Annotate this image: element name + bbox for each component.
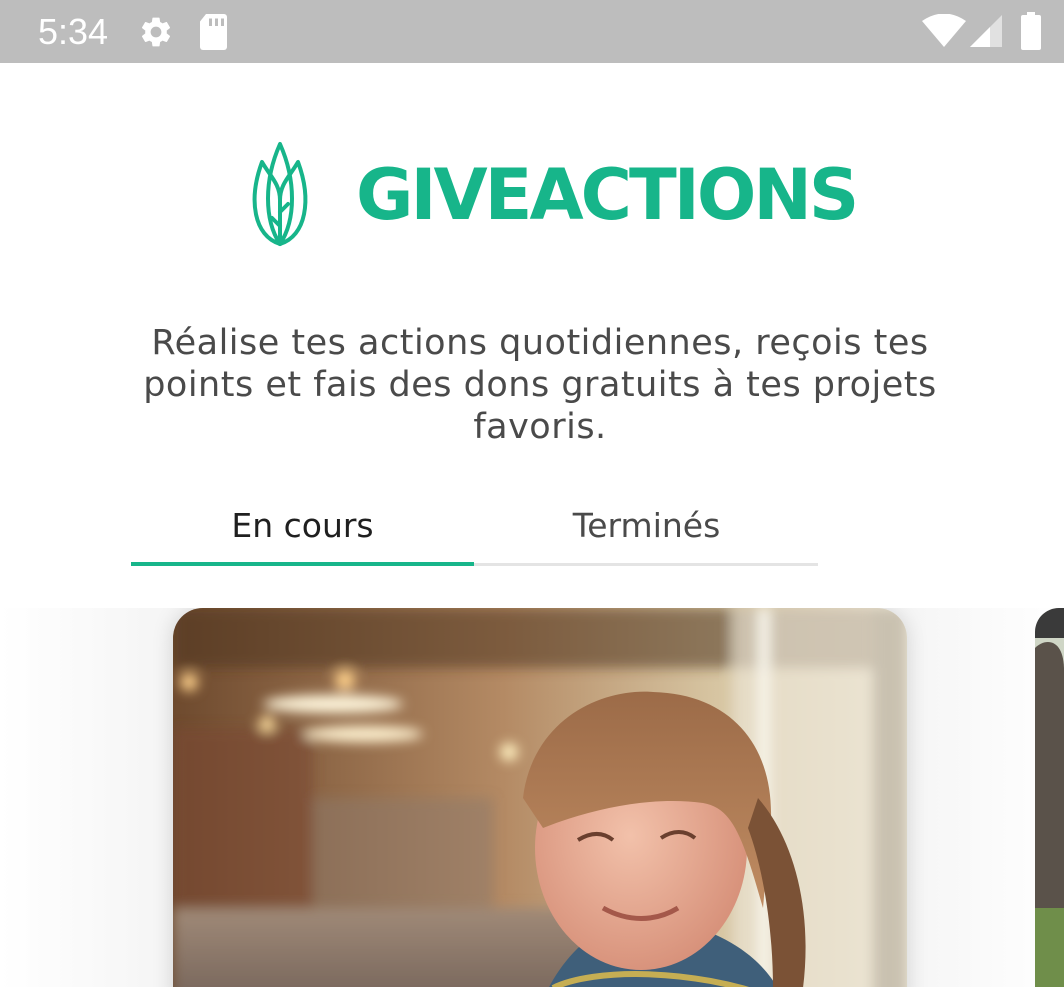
sd-card-icon <box>200 14 227 50</box>
tagline: Réalise tes actions quotidiennes, reçois… <box>143 323 937 447</box>
tab-bar: En cours Terminés <box>131 497 818 570</box>
status-bar: 5:34 <box>0 0 1064 63</box>
tab-termines[interactable]: Terminés <box>475 497 818 567</box>
tab-en-cours[interactable]: En cours <box>131 497 474 567</box>
project-card-next[interactable] <box>1035 608 1064 987</box>
cell-signal-icon <box>970 15 1002 47</box>
battery-icon <box>1021 12 1041 50</box>
project-card[interactable] <box>173 608 907 987</box>
project-carousel[interactable] <box>0 608 1064 987</box>
tab-indicator <box>131 562 474 566</box>
gear-icon <box>141 17 171 47</box>
status-time: 5:34 <box>38 11 109 52</box>
wifi-icon <box>922 14 966 47</box>
project-photo-next <box>1035 608 1064 987</box>
brand-name: GIVEACTIONS <box>356 154 859 236</box>
leaf-icon <box>252 142 308 246</box>
project-photo <box>173 608 907 987</box>
